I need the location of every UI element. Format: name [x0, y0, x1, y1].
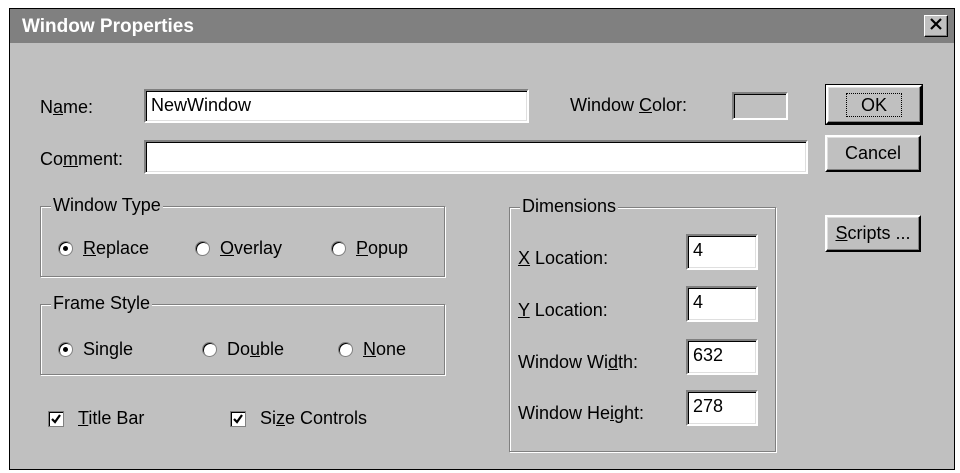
dimensions-title: Dimensions	[520, 196, 619, 217]
title-bar-checkbox[interactable]: Title Bar	[48, 408, 144, 429]
radio-unselected-icon	[338, 342, 353, 357]
size-controls-checkbox[interactable]: Size Controls	[230, 408, 367, 429]
radio-double-label: Double	[227, 339, 285, 359]
radio-replace[interactable]: Replace	[58, 238, 149, 259]
window-width-input[interactable]: 632	[686, 339, 758, 375]
radio-unselected-icon	[195, 241, 210, 256]
radio-unselected-icon	[202, 342, 217, 357]
ok-button-label: OK	[845, 92, 902, 117]
scripts-button[interactable]: Scripts ...	[825, 215, 921, 252]
comment-input[interactable]	[144, 140, 808, 174]
title-bar[interactable]: Window Properties	[10, 9, 954, 43]
radio-none[interactable]: None	[338, 339, 406, 360]
radio-overlay[interactable]: Overlay	[195, 238, 282, 259]
window-width-label: Window Width:	[518, 352, 639, 372]
radio-popup-label: Popup	[356, 238, 409, 258]
x-location-input[interactable]: 4	[686, 234, 758, 270]
radio-selected-icon	[58, 342, 73, 357]
radio-overlay-label: Overlay	[220, 238, 283, 258]
window-type-title: Window Type	[51, 195, 163, 216]
frame-style-title: Frame Style	[51, 293, 153, 314]
y-location-input[interactable]: 4	[686, 286, 758, 322]
dialog-title: Window Properties	[22, 16, 194, 37]
ok-button[interactable]: OK	[825, 84, 923, 125]
name-label: Name:	[40, 97, 94, 117]
close-icon	[930, 17, 942, 35]
radio-double[interactable]: Double	[202, 339, 284, 360]
window-height-label: Window Height:	[518, 403, 645, 423]
cancel-button[interactable]: Cancel	[825, 135, 921, 172]
name-input[interactable]: NewWindow	[144, 89, 529, 123]
close-button[interactable]	[924, 15, 948, 37]
checkbox-checked-icon	[48, 410, 64, 427]
comment-label: Comment:	[40, 149, 124, 169]
window-color-label: Window Color:	[570, 95, 688, 115]
x-location-label: X Location:	[518, 248, 609, 268]
radio-single[interactable]: Single	[58, 339, 133, 360]
size-controls-label: Size Controls	[260, 408, 368, 428]
radio-popup[interactable]: Popup	[331, 238, 408, 259]
radio-single-label: Single	[83, 339, 134, 359]
radio-replace-label: Replace	[83, 238, 150, 258]
radio-none-label: None	[363, 339, 407, 359]
checkbox-checked-icon	[230, 410, 246, 427]
window-properties-dialog: Window Properties Name: NewWindow Window…	[9, 8, 955, 470]
window-height-input[interactable]: 278	[686, 390, 758, 426]
y-location-label: Y Location:	[518, 300, 608, 320]
scripts-button-label: Scripts ...	[835, 223, 911, 243]
window-color-swatch[interactable]	[732, 92, 788, 120]
radio-selected-icon	[58, 241, 73, 256]
title-bar-label: Title Bar	[78, 408, 145, 428]
radio-unselected-icon	[331, 241, 346, 256]
